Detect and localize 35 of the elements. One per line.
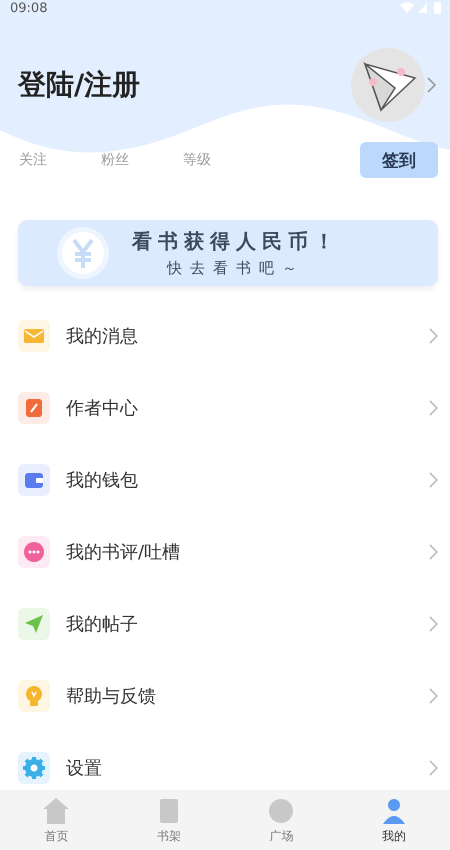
nav-tab[interactable]: 首页	[0, 790, 112, 850]
menu-item[interactable]: 我的帖子	[0, 588, 450, 660]
home-icon	[41, 796, 72, 826]
menu-label: 帮助与反馈	[66, 685, 157, 708]
menu-label: 我的消息	[66, 325, 139, 348]
menu-label: 我的书评/吐槽	[66, 541, 182, 564]
checkin-button[interactable]: 签到	[360, 142, 438, 178]
status-icons	[400, 2, 444, 14]
menu-label: 我的钱包	[66, 469, 139, 492]
chevron-icon	[429, 400, 438, 416]
menu-label: 我的帖子	[66, 613, 139, 636]
login-title[interactable]: 登陆/注册	[18, 66, 140, 104]
banner-subtitle: 快去看书吧～	[167, 259, 305, 278]
status-time: 09:08	[10, 0, 48, 16]
menu-item[interactable]: 我的钱包	[0, 444, 450, 516]
menu-item[interactable]: 设置	[0, 732, 450, 786]
menu-item[interactable]: 我的消息	[0, 300, 450, 372]
promo-banner[interactable]: 看书获得人民币！ 快去看书吧～	[18, 220, 438, 286]
chevron-icon	[429, 328, 438, 344]
nav-tab[interactable]: 书架	[112, 790, 225, 850]
coin-icon	[56, 226, 110, 280]
chevron-icon	[429, 472, 438, 488]
menu-label: 设置	[66, 757, 103, 780]
chevron-icon	[429, 688, 438, 704]
chevron-icon	[429, 760, 438, 776]
menu-item[interactable]: 帮助与反馈	[0, 660, 450, 732]
chevron-icon	[429, 544, 438, 560]
nav-tab[interactable]: 广场	[225, 790, 338, 850]
menu-item[interactable]: 我的书评/吐槽	[0, 516, 450, 588]
avatar-icon[interactable]	[351, 48, 425, 122]
chevron-icon	[429, 616, 438, 632]
menu-label: 作者中心	[66, 397, 139, 420]
nav-tab[interactable]: 我的	[338, 790, 450, 850]
menu-item[interactable]: 作者中心	[0, 372, 450, 444]
banner-title: 看书获得人民币！	[132, 228, 340, 255]
